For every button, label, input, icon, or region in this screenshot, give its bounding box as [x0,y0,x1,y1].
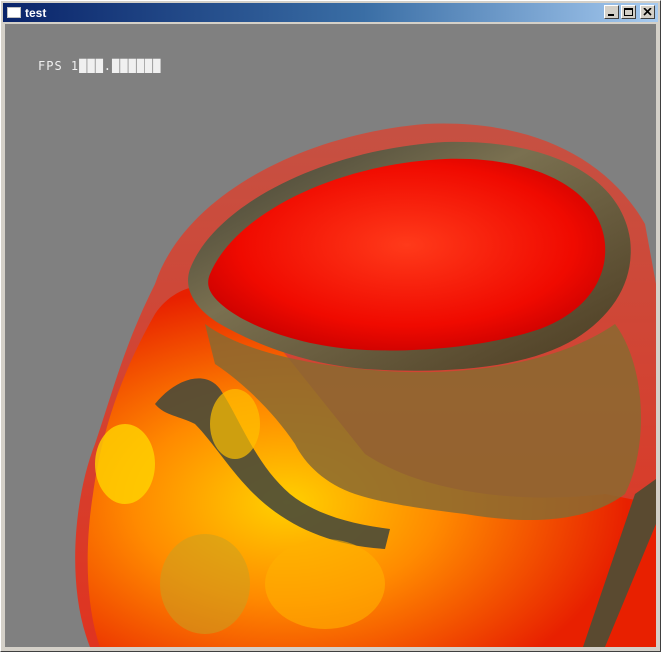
maximize-icon [624,8,633,16]
close-icon [643,8,652,16]
fps-counter: FPS 1███.██████ [38,59,162,73]
title-bar[interactable]: test [3,3,658,22]
app-window: test FPS 1███.██████ [0,0,661,652]
window-icon[interactable] [7,7,21,18]
window-title: test [25,5,47,20]
render-viewport[interactable]: FPS 1███.██████ [5,24,656,647]
skull-volume-render [75,123,656,647]
nasal-highlight [95,424,155,504]
jaw-highlight [265,539,385,629]
cheek-highlight [210,389,260,459]
minimize-icon [608,14,614,16]
minimize-button[interactable] [604,5,619,19]
maximize-button[interactable] [621,5,636,19]
close-button[interactable] [640,5,655,19]
teeth-region [160,534,250,634]
caption-buttons [604,5,655,19]
